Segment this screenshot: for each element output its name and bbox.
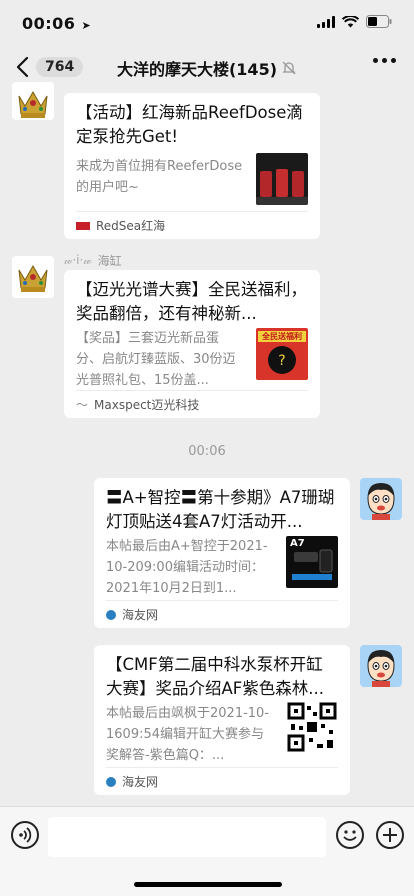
- card-title: 【CMF第二届中科水泵杯开缸大赛】奖品介绍AF紫色森林...: [106, 655, 325, 698]
- chat-header: 764 大洋的摩天大楼(145): [0, 46, 414, 88]
- card-description: 本帖最后由飒枫于2021-10-1609:54编辑开缸大赛参与奖解答-紫色篇Q：…: [106, 706, 270, 763]
- more-dot-icon: [382, 58, 387, 63]
- mute-bell-icon: [282, 61, 296, 75]
- link-card[interactable]: 【迈光光谱大赛】全民送福利，奖品翻倍，还有神秘新... 【奖品】三套迈光新品蛋分…: [64, 270, 320, 418]
- crown-avatar[interactable]: [12, 82, 54, 120]
- emoji-icon: [343, 830, 357, 841]
- user-avatar[interactable]: [360, 645, 402, 687]
- link-card[interactable]: 【活动】红海新品ReefDose滴定泵抢先Get! 来成为首位拥有ReeferD…: [64, 93, 320, 239]
- svg-text:?: ?: [278, 353, 285, 369]
- card-thumbnail: ? 全民送福利: [256, 328, 308, 380]
- chat-timestamp: 00:06: [188, 444, 226, 459]
- link-card[interactable]: 【CMF第二届中科水泵杯开缸大赛】奖品介绍AF紫色森林... 本帖最后由飒枫于2…: [94, 645, 350, 795]
- emoji-button[interactable]: [336, 821, 364, 849]
- card-title: 【活动】红海新品ReefDose滴定泵抢先Get!: [76, 103, 303, 146]
- maxspect-logo-icon: 〜: [76, 398, 89, 412]
- more-dot-icon: [391, 58, 396, 63]
- card-description: 本帖最后由A+智控于2021-10-209:00编辑活动时间：2021年10月2…: [106, 539, 268, 596]
- redsea-logo-icon: [76, 221, 90, 230]
- card-source: RedSea红海: [76, 211, 308, 239]
- crown-icon: [12, 82, 54, 120]
- card-description: 来成为首位拥有ReeferDose的用户吧~: [76, 159, 243, 195]
- compass-icon: [106, 776, 116, 787]
- link-card[interactable]: 〓A+智控〓第十参期》A7珊瑚灯顶贴送4套A7灯活动开... 本帖最后由A+智控…: [94, 478, 350, 628]
- card-source: 〜 Maxspect迈光科技: [76, 390, 308, 418]
- crown-avatar[interactable]: [12, 256, 54, 298]
- chat-title: 大洋的摩天大楼(145): [116, 60, 278, 79]
- cartoon-avatar-icon: [360, 645, 402, 687]
- user-avatar[interactable]: [360, 478, 402, 520]
- home-indicator: [134, 882, 282, 887]
- card-source-name: RedSea红海: [96, 219, 166, 233]
- product-image: [256, 153, 308, 205]
- voice-icon: [19, 827, 32, 843]
- message-text-input[interactable]: [48, 817, 326, 857]
- card-thumbnail: A7: [286, 536, 338, 588]
- decorative-swirl-icon: 𝓌·i·𝓌: [64, 253, 92, 267]
- card-source-name: 海友网: [122, 608, 159, 622]
- more-options-button[interactable]: [373, 58, 396, 63]
- sender-nickname: 𝓌·i·𝓌 海缸: [64, 253, 122, 268]
- status-bar: 00:06 ➤: [0, 0, 414, 46]
- card-thumbnail: [286, 701, 338, 753]
- battery-icon: [366, 15, 392, 28]
- compass-icon: [106, 609, 116, 620]
- card-title: 〓A+智控〓第十参期》A7珊瑚灯顶贴送4套A7灯活动开...: [106, 488, 335, 531]
- location-icon: ➤: [81, 19, 92, 32]
- add-more-button[interactable]: [376, 821, 404, 849]
- plus-icon: [383, 828, 397, 842]
- card-source-name: 海友网: [122, 775, 159, 789]
- card-source-name: Maxspect迈光科技: [94, 398, 200, 412]
- crown-icon: [12, 256, 54, 298]
- card-source: 海友网: [106, 600, 338, 628]
- card-source: 海友网: [106, 767, 338, 795]
- wifi-icon: [342, 15, 359, 27]
- status-icons: [317, 15, 392, 28]
- voice-input-button[interactable]: [11, 821, 39, 849]
- qr-code-image: [286, 701, 338, 753]
- status-time: 00:06 ➤: [22, 14, 92, 33]
- more-dot-icon: [373, 58, 378, 63]
- card-description: 【奖品】三套迈光新品蛋分、启航灯臻蓝版、30份迈光普照礼包、15份盖...: [76, 331, 236, 388]
- cartoon-avatar-icon: [360, 478, 402, 520]
- chat-title-container: 大洋的摩天大楼(145): [0, 56, 414, 80]
- card-title: 【迈光光谱大赛】全民送福利，奖品翻倍，还有神秘新...: [76, 280, 307, 323]
- cellular-signal-icon: [317, 15, 335, 28]
- card-thumbnail: [256, 153, 308, 205]
